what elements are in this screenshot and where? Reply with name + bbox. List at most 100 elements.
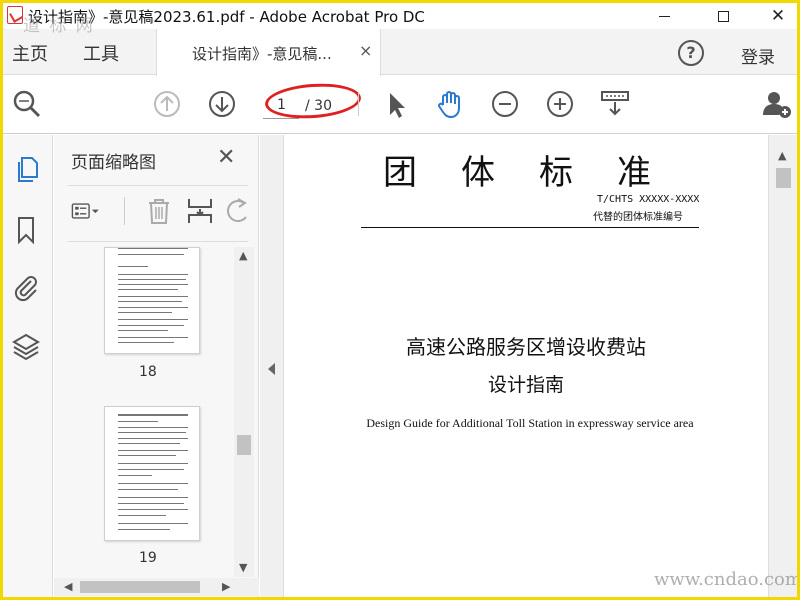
thumbnail-text-line: [118, 266, 148, 267]
previous-page-icon[interactable]: [151, 88, 183, 120]
scrollbar-thumb[interactable]: [80, 581, 200, 593]
thumbnail-text-line: [118, 248, 188, 249]
thumbnail-text-line: [118, 254, 184, 255]
scrollbar-thumb[interactable]: [776, 168, 791, 188]
thumbnail-text-line: [118, 489, 178, 490]
thumbnail-text-line: [118, 296, 188, 297]
thumbnail-text-line: [118, 438, 188, 439]
annotation-ellipse: [263, 80, 363, 122]
login-button[interactable]: 登录: [741, 43, 775, 68]
close-tab-button[interactable]: ×: [359, 41, 372, 60]
thumbnail-text-line: [118, 307, 188, 308]
thumbnails-scrollbar[interactable]: ▲ ▼: [234, 247, 254, 577]
rotate-page-icon[interactable]: [222, 195, 254, 227]
app-window: 设计指南》-意见稿2023.61.pdf - Adobe Acrobat Pro…: [3, 3, 797, 597]
scroll-up-icon[interactable]: ▲: [778, 149, 786, 162]
thumbnail-text-line: [118, 289, 178, 290]
tab-home[interactable]: 主页: [12, 40, 48, 66]
page-thumbnails-icon[interactable]: [11, 155, 41, 185]
maximize-button[interactable]: [700, 3, 746, 29]
thumbnail-text-line: [118, 509, 188, 510]
thumbnail-text-line: [118, 330, 168, 331]
zoom-out-icon[interactable]: [489, 88, 521, 120]
panel-divider: [68, 185, 248, 186]
thumbnail-text-line: [118, 455, 176, 456]
scroll-down-icon[interactable]: ▼: [239, 561, 247, 574]
document-scrollbar[interactable]: ▲: [768, 135, 797, 597]
english-title: Design Guide for Additional Toll Station…: [366, 416, 694, 430]
maximize-icon: [717, 10, 729, 22]
select-cursor-icon[interactable]: [381, 88, 413, 120]
toolbar-separator: [358, 92, 359, 116]
watermark-top: 道 标 网: [23, 16, 95, 36]
close-icon: ✕: [770, 6, 786, 26]
thumbnail-text-line: [118, 427, 188, 428]
thumbnail-text-line: [118, 279, 186, 280]
thumbnail-text-line: [118, 497, 188, 498]
thumbnail-text-line: [118, 450, 188, 451]
thumbnail-text-line: [118, 443, 180, 444]
thumbnail-text-line: [118, 469, 184, 470]
tab-document[interactable]: 设计指南》-意见稿... ×: [156, 29, 381, 76]
thumbnail-text-line: [118, 319, 188, 320]
title-bar: 设计指南》-意见稿2023.61.pdf - Adobe Acrobat Pro…: [3, 3, 797, 29]
thumbnail-text-line: [118, 325, 184, 326]
header-rule: [361, 227, 699, 228]
close-window-button[interactable]: ✕: [755, 3, 797, 29]
thumbnail-text-line: [118, 475, 152, 476]
bookmarks-icon[interactable]: [11, 215, 41, 245]
share-user-icon[interactable]: [761, 88, 793, 120]
document-page: 团体标准 T/CHTS XXXXX-XXXX 代替的团体标准编号 高速公路服务区…: [285, 135, 767, 597]
document-tab-label: 设计指南》-意见稿...: [192, 45, 332, 63]
thumbnail-text-line: [118, 284, 188, 285]
extract-pages-icon[interactable]: [184, 195, 216, 227]
thumbnail-text-line: [118, 432, 186, 433]
search-zoom-icon[interactable]: [11, 88, 43, 120]
attachments-icon[interactable]: [11, 272, 41, 302]
thumbnail-text-line: [118, 414, 188, 416]
tab-bar: 主页 工具 设计指南》-意见稿... × ? 登录: [3, 29, 797, 76]
thumbnail-text-line: [118, 503, 184, 504]
tool-separator: [124, 197, 125, 225]
thumbnail-text-line: [118, 274, 188, 275]
scroll-right-icon[interactable]: ▶: [222, 580, 230, 593]
collapse-arrow-icon: [268, 363, 275, 375]
thumbnail-options-icon[interactable]: [71, 195, 103, 227]
zoom-in-icon[interactable]: [544, 88, 576, 120]
watermark-bottom: www.cndao.com: [654, 569, 797, 590]
close-panel-button[interactable]: ✕: [217, 145, 235, 170]
scroll-up-icon[interactable]: ▲: [239, 249, 247, 262]
hand-tool-icon[interactable]: [434, 88, 466, 120]
help-icon[interactable]: ?: [678, 40, 704, 66]
thumbnail-page[interactable]: [104, 406, 200, 541]
thumbnail-text-line: [118, 301, 182, 302]
standard-code: T/CHTS XXXXX-XXXX: [597, 194, 700, 205]
tab-tools[interactable]: 工具: [83, 40, 119, 66]
delete-page-icon[interactable]: [143, 195, 175, 227]
thumbnail-text-line: [118, 515, 166, 516]
panel-collapse-handle[interactable]: [260, 135, 284, 597]
thumbnail-page-number: 19: [139, 550, 157, 566]
panel-divider: [68, 241, 248, 242]
scrollbar-thumb[interactable]: [237, 435, 251, 455]
navigation-rail: [3, 135, 53, 597]
thumbnails-horizontal-scrollbar[interactable]: ◀ ▶: [54, 578, 259, 596]
acrobat-app-icon: [7, 6, 23, 24]
page-display-icon[interactable]: [599, 88, 631, 120]
toolbar: 1 / 30: [3, 76, 797, 134]
thumbnail-text-line: [118, 337, 188, 338]
thumbnail-text-line: [118, 529, 170, 530]
next-page-icon[interactable]: [206, 88, 238, 120]
panel-title: 页面缩略图: [71, 153, 156, 173]
scroll-left-icon[interactable]: ◀: [64, 580, 72, 593]
thumbnail-page-number: 18: [139, 364, 157, 380]
thumbnail-text-line: [118, 483, 188, 484]
minimize-icon: [658, 15, 670, 17]
minimize-button[interactable]: [641, 3, 687, 29]
document-title-line2: 设计指南: [487, 374, 564, 396]
thumbnail-text-line: [118, 523, 188, 524]
document-title-line1: 高速公路服务区增设收费站: [406, 335, 646, 359]
layers-icon[interactable]: [11, 331, 41, 361]
thumbnail-text-line: [118, 312, 172, 313]
thumbnail-page[interactable]: [104, 247, 200, 354]
